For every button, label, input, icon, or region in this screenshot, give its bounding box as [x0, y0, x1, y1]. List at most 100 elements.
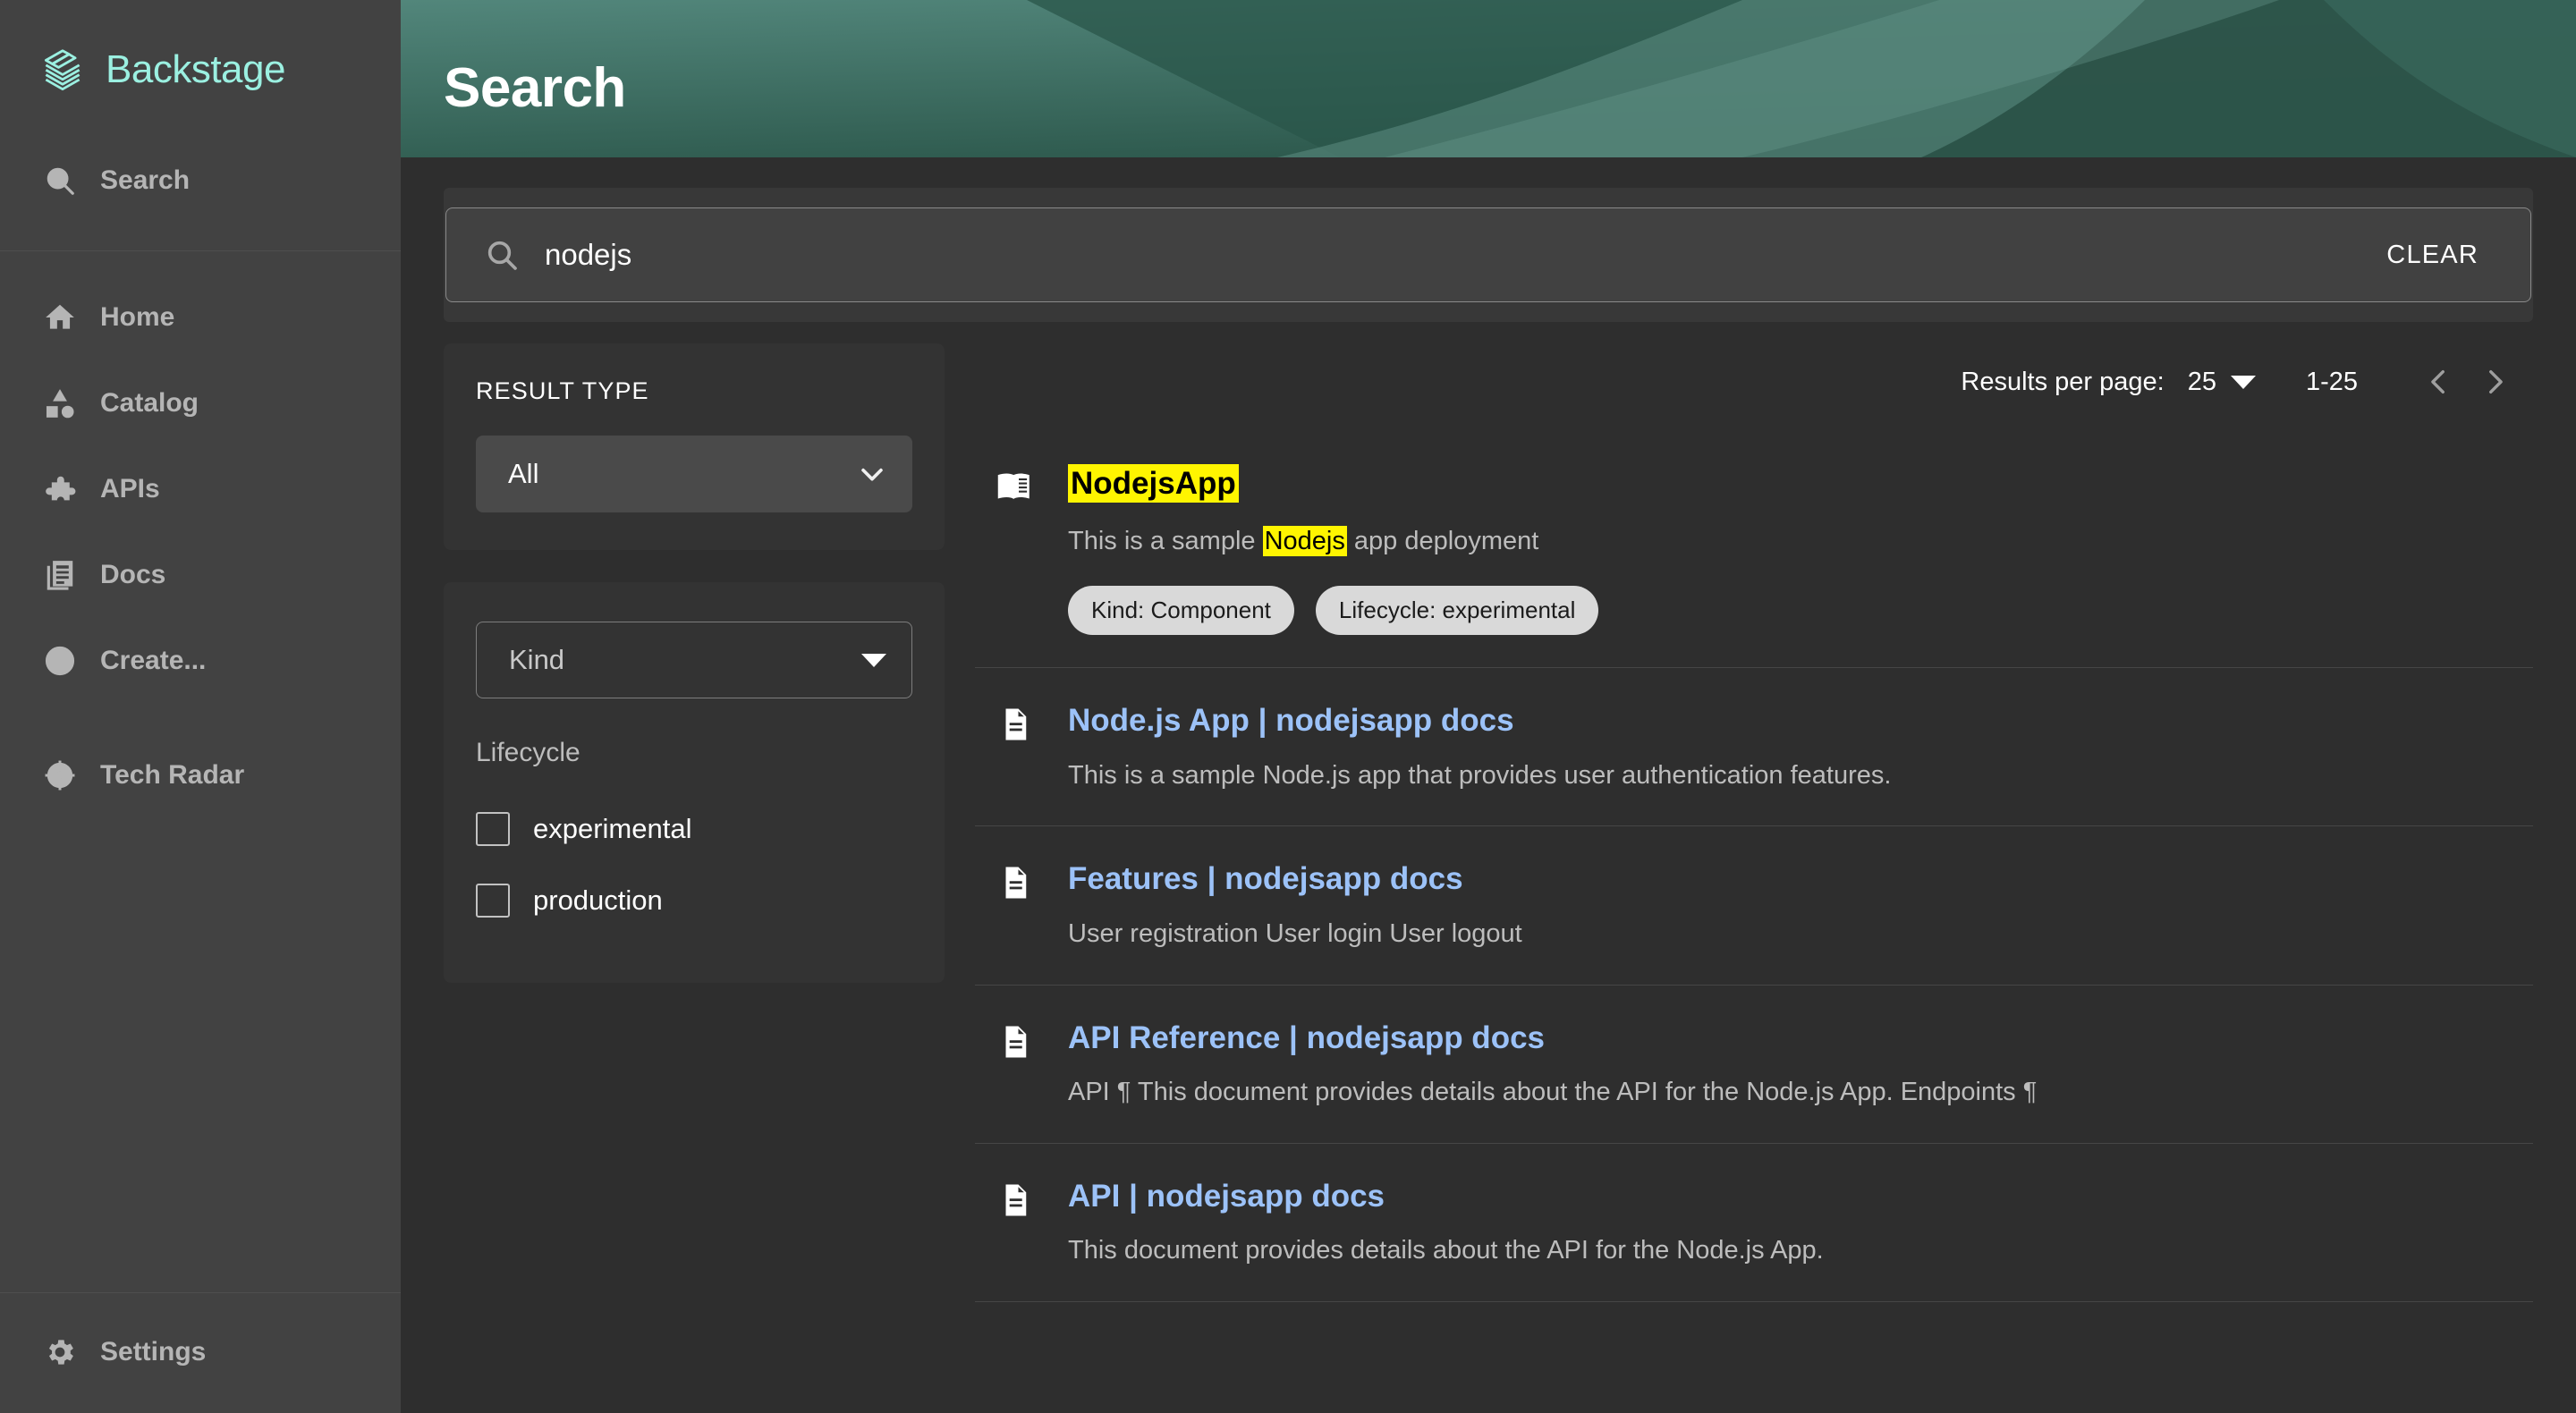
- brand[interactable]: Backstage: [0, 0, 401, 132]
- result-item[interactable]: Node.js App | nodejsapp docs This is a s…: [975, 668, 2533, 827]
- catalog-filters-card: Kind Lifecycle experimental production: [444, 582, 945, 983]
- pagination-bar: Results per page: 25 1-25: [975, 343, 2533, 420]
- page-title: Search: [444, 57, 626, 119]
- brand-label: Backstage: [106, 47, 285, 91]
- status-badge[interactable]: Kind: Component: [1068, 586, 1294, 636]
- chevron-down-icon: [857, 459, 887, 489]
- result-item[interactable]: NodejsApp This is a sample Nodejs app de…: [975, 429, 2533, 669]
- kind-value: Kind: [509, 644, 565, 675]
- gear-icon: [43, 1335, 77, 1369]
- result-body: NodejsApp This is a sample Nodejs app de…: [1068, 461, 2533, 636]
- lifecycle-checkbox-production[interactable]: production: [476, 865, 912, 936]
- checkbox-label: production: [533, 884, 663, 916]
- result-subtitle: User registration User login User logout: [1068, 918, 1522, 948]
- sidebar-group-bottom: Settings: [0, 1293, 401, 1413]
- book-icon: [996, 461, 1038, 635]
- status-badge[interactable]: Lifecycle: experimental: [1315, 586, 1599, 636]
- document-icon: [996, 1018, 1038, 1111]
- radar-icon: [43, 758, 77, 792]
- sidebar-item-label: Settings: [100, 1337, 207, 1366]
- filters-panel: RESULT TYPE All Kind Lifecycle experimen…: [444, 343, 945, 1413]
- search-bar-region: CLEAR: [401, 157, 2576, 322]
- sidebar-item-label: Search: [100, 165, 191, 195]
- sidebar-group-extras: Tech Radar: [0, 713, 401, 824]
- sidebar-item-docs[interactable]: Docs: [0, 532, 401, 618]
- result-subtitle-highlight: Nodejs: [1262, 525, 1347, 556]
- kind-select[interactable]: Kind: [476, 622, 912, 698]
- result-subtitle-after: app deployment: [1346, 526, 1539, 555]
- result-subtitle: This is a sample Nodejs app deployment: [1068, 523, 2533, 560]
- home-icon: [43, 300, 77, 334]
- prev-page-button[interactable]: [2411, 354, 2467, 410]
- lifecycle-group-label: Lifecycle: [476, 738, 580, 767]
- sidebar-group-primary: Home Catalog APIs Docs Create...: [0, 251, 401, 713]
- clear-button[interactable]: CLEAR: [2370, 228, 2495, 283]
- sidebar-item-label: Create...: [100, 646, 207, 675]
- result-subtitle: This is a sample Node.js app that provid…: [1068, 760, 1892, 790]
- sidebar-item-search[interactable]: Search: [0, 138, 401, 224]
- results-panel: Results per page: 25 1-25 NodejsApp This…: [975, 343, 2533, 1413]
- result-title[interactable]: API Reference | nodejsapp docs: [1068, 1018, 2533, 1059]
- docs-icon: [43, 558, 77, 592]
- result-body: API | nodejsapp docs This document provi…: [1068, 1176, 2533, 1269]
- result-item[interactable]: API | nodejsapp docs This document provi…: [975, 1144, 2533, 1302]
- app-root: Backstage Search Home Catalog APIs Docs …: [0, 0, 2576, 1413]
- checkbox-box: [476, 812, 510, 846]
- search-icon: [484, 237, 520, 273]
- catalog-icon: [43, 386, 77, 420]
- search-icon: [43, 164, 77, 198]
- puzzle-icon: [43, 472, 77, 506]
- document-icon: [996, 1176, 1038, 1269]
- result-item[interactable]: Features | nodejsapp docs User registrat…: [975, 826, 2533, 986]
- results-range: 1-25: [2305, 367, 2358, 396]
- result-body: API Reference | nodejsapp docs API ¶ Thi…: [1068, 1018, 2533, 1111]
- plus-circle-icon: [43, 644, 77, 678]
- sidebar-group-search: Search: [0, 132, 401, 250]
- result-chips: Kind: Component Lifecycle: experimental: [1068, 586, 2533, 636]
- triangle-down-icon: [861, 653, 886, 667]
- sidebar-item-tech-radar[interactable]: Tech Radar: [0, 732, 401, 818]
- triangle-down-icon: [2230, 375, 2256, 389]
- result-subtitle: This document provides details about the…: [1068, 1236, 1824, 1265]
- search-bar-card: CLEAR: [444, 188, 2533, 322]
- sidebar-item-label: APIs: [100, 474, 160, 503]
- result-type-value: All: [508, 458, 539, 489]
- lifecycle-checkbox-experimental[interactable]: experimental: [476, 793, 912, 865]
- sidebar-item-home[interactable]: Home: [0, 275, 401, 360]
- sidebar-item-label: Docs: [100, 560, 166, 589]
- sidebar-item-apis[interactable]: APIs: [0, 446, 401, 532]
- result-type-card: RESULT TYPE All: [444, 343, 945, 550]
- sidebar-item-label: Catalog: [100, 388, 199, 418]
- result-title[interactable]: NodejsApp: [1068, 464, 1239, 503]
- result-subtitle-before: This is a sample: [1068, 526, 1263, 555]
- result-list: NodejsApp This is a sample Nodejs app de…: [975, 429, 2533, 1302]
- result-subtitle: API ¶ This document provides details abo…: [1068, 1078, 2038, 1107]
- next-page-button[interactable]: [2467, 354, 2522, 410]
- results-per-page-label: Results per page:: [1961, 367, 2165, 396]
- sidebar-item-create[interactable]: Create...: [0, 618, 401, 704]
- result-body: Features | nodejsapp docs User registrat…: [1068, 859, 2533, 952]
- main-area: Search CLEAR RESULT TYPE: [401, 0, 2576, 1413]
- result-body: Node.js App | nodejsapp docs This is a s…: [1068, 700, 2533, 793]
- result-item[interactable]: API Reference | nodejsapp docs API ¶ Thi…: [975, 986, 2533, 1144]
- result-title[interactable]: Features | nodejsapp docs: [1068, 859, 2533, 900]
- results-per-page-select[interactable]: 25: [2188, 368, 2256, 397]
- checkbox-box: [476, 884, 510, 918]
- sidebar-item-label: Home: [100, 302, 175, 332]
- result-title[interactable]: API | nodejsapp docs: [1068, 1176, 2533, 1217]
- sidebar-item-catalog[interactable]: Catalog: [0, 360, 401, 446]
- sidebar-item-label: Tech Radar: [100, 760, 245, 790]
- document-icon: [996, 700, 1038, 793]
- backstage-logo-icon: [39, 47, 86, 93]
- header-decorative-waves: [401, 0, 2576, 157]
- page-header: Search: [401, 0, 2576, 157]
- search-box[interactable]: CLEAR: [445, 207, 2531, 302]
- document-icon: [996, 859, 1038, 952]
- search-input[interactable]: [545, 238, 2371, 272]
- result-type-heading: RESULT TYPE: [476, 377, 649, 404]
- sidebar-item-settings[interactable]: Settings: [0, 1309, 401, 1395]
- result-type-select[interactable]: All: [476, 436, 912, 512]
- sidebar: Backstage Search Home Catalog APIs Docs …: [0, 0, 401, 1413]
- result-title[interactable]: Node.js App | nodejsapp docs: [1068, 700, 2533, 741]
